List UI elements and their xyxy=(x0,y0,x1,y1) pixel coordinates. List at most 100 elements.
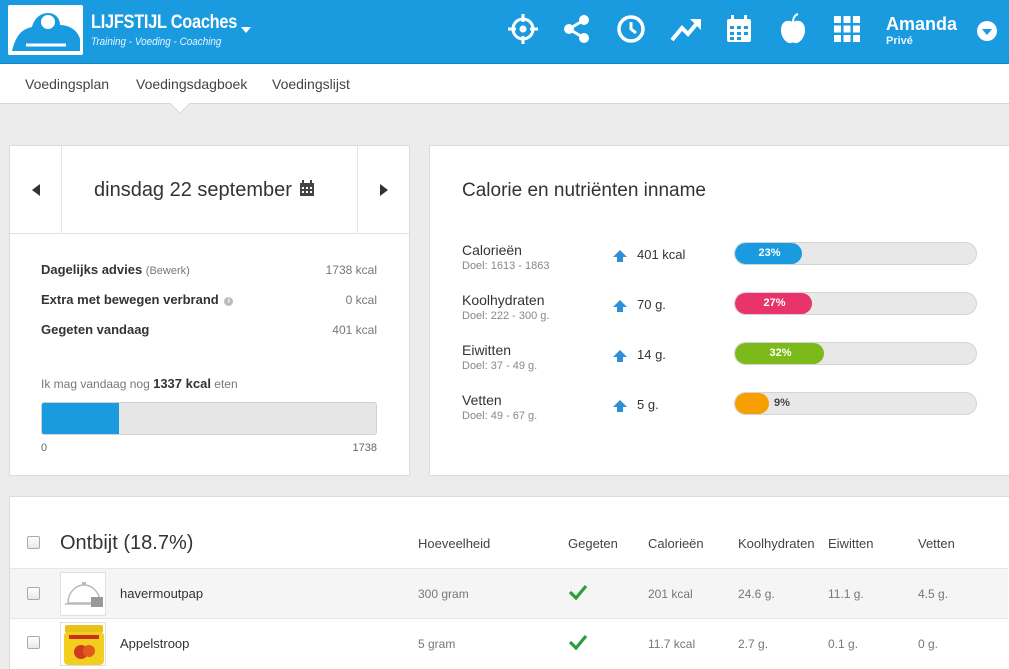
top-bar: LIJFSTIJL Coaches Training - Voeding - C… xyxy=(0,0,1009,64)
progress-max-label: 1738 xyxy=(352,442,377,454)
nutrient-value: 5 g. xyxy=(637,397,659,412)
arrow-left-icon xyxy=(31,184,40,196)
extra-burned-value: 0 kcal xyxy=(345,293,377,307)
arrow-right-icon xyxy=(379,184,388,196)
eaten-today-label: Gegeten vandaag xyxy=(41,322,150,337)
user-menu-dropdown-icon[interactable] xyxy=(977,21,997,41)
logo-icon xyxy=(8,5,83,55)
nutrient-value: 401 kcal xyxy=(637,247,686,262)
calendar-icon[interactable] xyxy=(299,180,315,197)
trending-up-icon[interactable] xyxy=(669,12,703,46)
remaining-kcal: 1337 kcal xyxy=(153,376,211,391)
food-name[interactable]: havermoutpap xyxy=(120,586,203,601)
logo-subtitle: Training - Voeding - Coaching xyxy=(91,36,222,48)
apps-grid-icon[interactable] xyxy=(830,12,864,46)
apple-icon[interactable] xyxy=(776,12,810,46)
table-row[interactable]: havermoutpap 300 gram 201 kcal 24.6 g. 1… xyxy=(10,568,1008,618)
sub-navigation: Voedingsplan Voedingsdagboek Voedingslij… xyxy=(0,64,1009,104)
remaining-text: Ik mag vandaag nog 1337 kcal eten xyxy=(41,376,238,391)
current-date: dinsdag 22 september xyxy=(94,179,292,201)
edit-advice-link[interactable]: (Bewerk) xyxy=(146,265,190,277)
tab-voedingsdagboek[interactable]: Voedingsdagboek xyxy=(136,76,247,92)
nutrient-name: Vetten xyxy=(462,392,502,408)
calorie-progress-fill xyxy=(42,403,119,434)
eaten-check-icon[interactable] xyxy=(568,583,588,601)
food-name[interactable]: Appelstroop xyxy=(120,636,189,651)
nutrient-percent: 27% xyxy=(763,297,786,309)
daily-advice-label: Dagelijks advies (Bewerk) xyxy=(41,262,190,277)
arrow-up-icon xyxy=(613,400,627,412)
meal-table-panel: Ontbijt (18.7%) Hoeveelheid Gegeten Calo… xyxy=(9,496,1009,669)
food-calories: 11.7 kcal xyxy=(648,637,696,651)
user-name[interactable]: Amanda xyxy=(886,14,957,35)
eaten-today-row: Gegeten vandaag 401 kcal xyxy=(41,322,377,337)
nutrient-progress-bar: 27% xyxy=(734,292,977,315)
food-image-placeholder xyxy=(60,572,106,616)
logo[interactable] xyxy=(8,5,83,55)
food-carbs: 2.7 g. xyxy=(738,637,769,651)
share-icon[interactable] xyxy=(560,12,594,46)
nutrient-name: Koolhydraten xyxy=(462,292,545,308)
column-header-amount: Hoeveelheid xyxy=(418,536,491,551)
food-carbs: 24.6 g. xyxy=(738,587,775,601)
food-protein: 0.1 g. xyxy=(828,637,859,651)
row-checkbox[interactable] xyxy=(27,636,40,649)
nutrient-goal: Doel: 222 - 300 g. xyxy=(462,310,550,322)
nutrient-percent: 23% xyxy=(758,247,781,259)
arrow-up-icon xyxy=(613,350,627,362)
food-fat: 0 g. xyxy=(918,637,939,651)
daily-summary-panel: dinsdag 22 september Dagelijks advies (B… xyxy=(9,145,410,476)
date-header: dinsdag 22 september xyxy=(10,146,409,234)
logo-dropdown-icon[interactable] xyxy=(241,27,251,33)
nutrient-progress-bar: 9% xyxy=(734,392,977,415)
nutrient-percent: 32% xyxy=(769,347,792,359)
column-header-protein: Eiwitten xyxy=(828,536,874,551)
nutrient-goal: Doel: 1613 - 1863 xyxy=(462,260,550,272)
logo-title: LIJFSTIJL Coaches xyxy=(91,12,238,33)
food-image xyxy=(60,622,106,666)
food-amount: 300 gram xyxy=(418,587,469,601)
nutrient-panel-title: Calorie en nutriënten inname xyxy=(462,180,706,201)
previous-day-button[interactable] xyxy=(10,146,62,234)
clock-icon[interactable] xyxy=(614,12,648,46)
nutrient-row: Eiwitten Doel: 37 - 49 g. 14 g. 32% xyxy=(430,342,1008,382)
row-checkbox[interactable] xyxy=(27,587,40,600)
nutrient-value: 14 g. xyxy=(637,347,666,362)
nutrient-row: Vetten Doel: 49 - 67 g. 5 g. 9% xyxy=(430,392,1008,432)
nutrient-name: Calorieën xyxy=(462,242,522,258)
extra-burned-row: Extra met bewegen verbrand i 0 kcal xyxy=(41,292,377,307)
eaten-check-icon[interactable] xyxy=(568,633,588,651)
nutrient-value: 70 g. xyxy=(637,297,666,312)
nutrient-goal: Doel: 49 - 67 g. xyxy=(462,410,538,422)
nutrient-goal: Doel: 37 - 49 g. xyxy=(462,360,538,372)
column-header-eaten: Gegeten xyxy=(568,536,618,551)
next-day-button[interactable] xyxy=(357,146,409,234)
select-all-checkbox[interactable] xyxy=(27,536,40,549)
progress-min-label: 0 xyxy=(41,442,48,454)
nutrient-intake-panel: Calorie en nutriënten inname Calorieën Do… xyxy=(429,145,1009,476)
nutrient-name: Eiwitten xyxy=(462,342,512,358)
food-fat: 4.5 g. xyxy=(918,587,949,601)
column-header-carbs: Koolhydraten xyxy=(738,536,815,551)
nutrient-progress-bar: 32% xyxy=(734,342,977,365)
tab-voedingslijst[interactable]: Voedingslijst xyxy=(272,76,350,92)
meal-title: Ontbijt (18.7%) xyxy=(60,532,194,554)
arrow-up-icon xyxy=(613,300,627,312)
info-icon[interactable]: i xyxy=(224,297,234,306)
nutrient-row: Koolhydraten Doel: 222 - 300 g. 70 g. 27% xyxy=(430,292,1008,332)
column-header-fat: Vetten xyxy=(918,536,955,551)
food-calories: 201 kcal xyxy=(648,587,693,601)
syrup-jar-icon xyxy=(61,623,105,665)
daily-advice-row: Dagelijks advies (Bewerk) 1738 kcal xyxy=(41,262,377,277)
user-account-type: Privé xyxy=(886,35,913,47)
table-row[interactable]: Appelstroop 5 gram 11.7 kcal 2.7 g. 0.1 … xyxy=(10,618,1008,668)
nutrient-progress-fill xyxy=(735,393,769,414)
column-header-calories: Calorieën xyxy=(648,536,704,551)
nutrient-progress-bar: 23% xyxy=(734,242,977,265)
nutrient-row: Calorieën Doel: 1613 - 1863 401 kcal 23% xyxy=(430,242,1008,282)
calorie-progress-bar xyxy=(41,402,377,435)
tab-voedingsplan[interactable]: Voedingsplan xyxy=(25,76,109,92)
food-amount: 5 gram xyxy=(418,637,456,651)
target-icon[interactable] xyxy=(506,12,540,46)
calendar-icon[interactable] xyxy=(722,12,756,46)
